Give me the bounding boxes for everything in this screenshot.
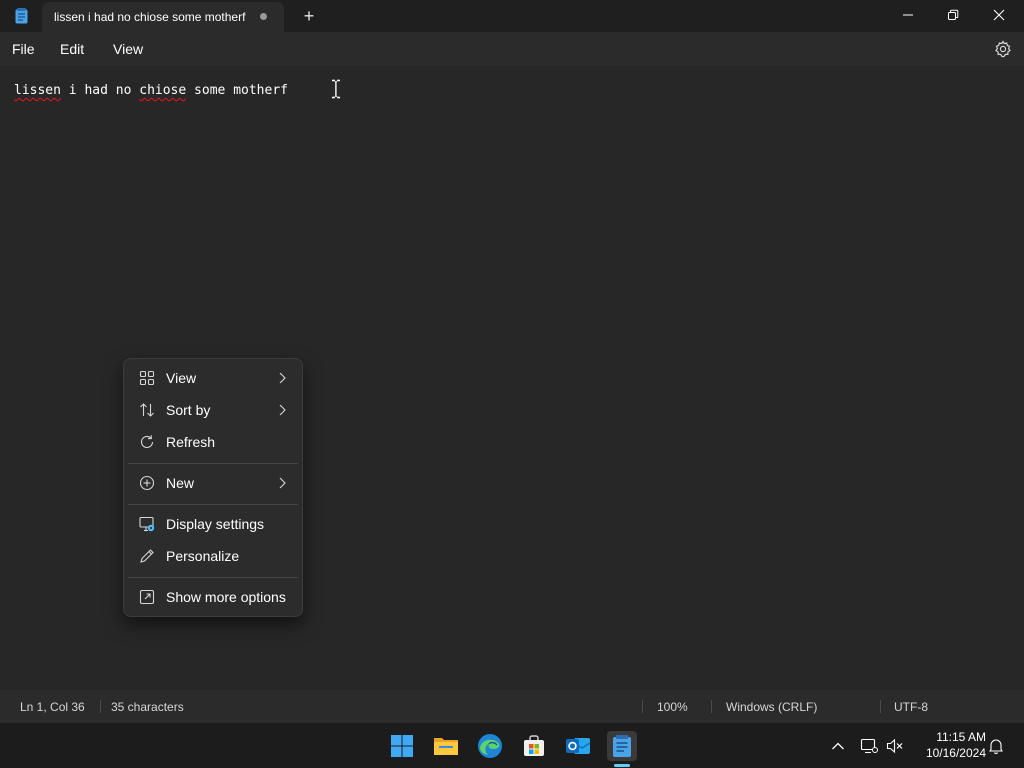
restore-button[interactable] [930,0,976,30]
character-count: 35 characters [111,700,184,714]
restore-icon [948,9,959,20]
active-app-indicator [614,764,630,767]
document-content[interactable]: lissen i had no chiose some motherf [14,83,288,98]
minimize-button[interactable] [885,0,931,30]
text-run: i had no [60,83,140,98]
notifications-button[interactable] [986,736,1006,756]
microsoft-store-icon [524,735,544,756]
network-monitor-icon [860,738,878,754]
bell-icon [988,739,1004,754]
status-divider [642,700,643,713]
refresh-icon [140,435,154,448]
expand-window-icon [139,589,155,605]
context-item-label: View [166,370,197,386]
tab-title: lissen i had no chiose some motherf [54,10,246,24]
chevron-right-icon [279,404,286,416]
chevron-up-icon [832,742,844,750]
network-status-button[interactable] [859,736,879,756]
status-divider [100,700,101,713]
menu-separator [128,463,298,464]
clock-date: 10/16/2024 [925,746,986,760]
chevron-right-icon [279,372,286,384]
pen-icon [140,549,154,563]
context-item-label: Sort by [166,402,211,418]
context-item-personalize[interactable]: Personalize [128,541,298,571]
menu-file[interactable]: File [12,41,35,57]
context-item-show-more-options[interactable]: Show more options [128,582,298,612]
document-tab[interactable]: lissen i had no chiose some motherf [42,2,284,32]
misspelled-word: chiose [139,83,187,98]
file-explorer-icon [434,738,458,755]
taskbar-edge[interactable] [475,731,505,761]
context-item-label: Refresh [166,434,216,450]
start-button[interactable] [387,731,417,761]
close-icon [993,9,1005,21]
taskbar-file-explorer[interactable] [431,731,461,761]
outlook-icon [566,738,591,754]
new-tab-button[interactable]: + [298,5,320,27]
desktop-context-menu: View Sort by Refresh New Display setting… [123,358,303,617]
title-bar: lissen i had no chiose some motherf + [0,0,1024,32]
chevron-right-icon [279,477,286,489]
menu-separator [128,504,298,505]
unsaved-indicator-dot [260,13,267,20]
windows-start-icon [391,735,413,757]
system-clock[interactable]: 11:15 AM 10/16/2024 [914,729,986,761]
context-item-sort-by[interactable]: Sort by [128,395,298,425]
display-settings-icon [139,516,155,532]
close-button[interactable] [976,0,1022,30]
context-item-label: Display settings [166,516,265,532]
misspelled-word: lissen [14,83,61,98]
menu-edit[interactable]: Edit [60,41,84,57]
minimize-icon [903,14,913,16]
context-item-label: Show more options [166,589,286,605]
plus-circle-icon [139,475,155,491]
show-hidden-icons-button[interactable] [828,736,848,756]
speaker-muted-icon [886,738,903,754]
edge-browser-icon [478,734,502,758]
clock-time: 11:15 AM [936,730,986,744]
context-item-label: New [166,475,195,491]
context-item-refresh[interactable]: Refresh [128,427,298,457]
cursor-position: Ln 1, Col 36 [20,700,85,714]
file-encoding[interactable]: UTF-8 [894,700,928,714]
taskbar-notepad[interactable] [607,731,637,761]
text-run: some [186,83,234,98]
line-ending-type[interactable]: Windows (CRLF) [726,700,817,714]
menu-separator [128,577,298,578]
notepad-icon [613,735,631,757]
sort-arrows-icon [140,403,154,417]
context-item-label: Personalize [166,548,240,564]
status-bar: Ln 1, Col 36 35 characters 100% Windows … [0,690,1024,722]
status-divider [711,700,712,713]
context-item-new[interactable]: New [128,468,298,498]
taskbar-outlook[interactable] [563,731,593,761]
context-item-display-settings[interactable]: Display settings [128,509,298,539]
status-divider [880,700,881,713]
gear-icon[interactable] [993,39,1013,59]
plus-icon: + [303,6,315,26]
notepad-app-icon [15,8,28,24]
context-item-view[interactable]: View [128,363,298,393]
menu-view[interactable]: View [113,41,143,57]
grid-view-icon [139,370,155,386]
taskbar-microsoft-store[interactable] [519,731,549,761]
text-cursor-icon [332,79,340,99]
text-run: motherf [233,83,288,98]
zoom-level[interactable]: 100% [657,700,688,714]
volume-status-button[interactable] [885,736,905,756]
taskbar: 11:15 AM 10/16/2024 [0,722,1024,768]
menu-bar: File Edit View [0,32,1024,66]
